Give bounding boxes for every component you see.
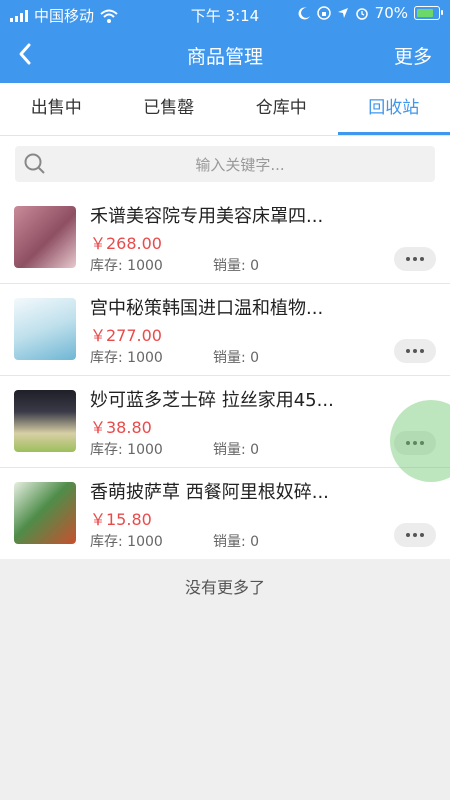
search-section <box>0 135 450 192</box>
list-item[interactable]: 禾谱美容院专用美容床罩四... ￥268.00 库存: 1000 销量: 0 <box>0 192 450 284</box>
product-stock: 库存: 1000 <box>90 534 163 550</box>
product-price: ￥277.00 <box>90 326 162 345</box>
no-more-label: 没有更多了 <box>184 578 265 597</box>
product-thumbnail <box>14 298 76 360</box>
moon-icon <box>298 6 310 19</box>
more-button[interactable]: 更多 <box>394 42 432 69</box>
orientation-lock-icon <box>316 6 331 20</box>
battery-percent: 70% <box>374 4 408 22</box>
search-icon <box>24 153 45 174</box>
list-item[interactable]: 香萌披萨草 西餐阿里根奴碎... ￥15.80 库存: 1000 销量: 0 <box>0 468 450 559</box>
page-title: 商品管理 <box>186 46 263 68</box>
product-sales: 销量: 0 <box>213 258 260 274</box>
product-thumbnail <box>14 390 76 452</box>
product-title: 妙可蓝多芝士碎 拉丝家用45... <box>90 390 334 411</box>
status-bar: 中国移动 下午 3:14 70% <box>0 0 450 27</box>
product-list: 禾谱美容院专用美容床罩四... ￥268.00 库存: 1000 销量: 0 宫… <box>0 192 450 559</box>
list-item[interactable]: 宫中秘策韩国进口温和植物... ￥277.00 库存: 1000 销量: 0 <box>0 284 450 376</box>
product-price: ￥268.00 <box>90 234 162 253</box>
product-stock: 库存: 1000 <box>90 442 163 458</box>
status-right: 70% <box>298 4 443 22</box>
alarm-icon <box>355 8 368 20</box>
search-box[interactable] <box>15 146 435 184</box>
tab-sold-out[interactable]: 已售罄 <box>113 83 226 135</box>
tab-bar: 出售中 已售罄 仓库中 回收站 <box>0 83 450 135</box>
product-price: ￥38.80 <box>90 418 152 437</box>
list-item[interactable]: 妙可蓝多芝士碎 拉丝家用45... ￥38.80 库存: 1000 销量: 0 <box>0 376 450 468</box>
product-title: 宫中秘策韩国进口温和植物... <box>90 298 324 319</box>
product-stock: 库存: 1000 <box>90 350 163 366</box>
tab-warehouse[interactable]: 仓库中 <box>225 83 338 135</box>
more-options-button[interactable] <box>394 339 436 363</box>
product-price: ￥15.80 <box>90 510 152 529</box>
product-title: 禾谱美容院专用美容床罩四... <box>90 206 324 227</box>
product-thumbnail <box>14 206 76 268</box>
battery-icon <box>414 6 443 20</box>
product-sales: 销量: 0 <box>213 442 260 458</box>
nav-bar: 商品管理 更多 <box>0 27 450 83</box>
product-sales: 销量: 0 <box>213 534 260 550</box>
tab-on-sale[interactable]: 出售中 <box>0 83 113 135</box>
location-icon <box>337 8 348 18</box>
product-thumbnail <box>14 482 76 544</box>
more-options-button[interactable] <box>394 523 436 547</box>
search-input[interactable] <box>55 146 425 184</box>
product-stock: 库存: 1000 <box>90 258 163 274</box>
product-title: 香萌披萨草 西餐阿里根奴碎... <box>90 482 329 503</box>
product-sales: 销量: 0 <box>213 350 260 366</box>
tab-recycle-bin[interactable]: 回收站 <box>337 83 450 135</box>
more-options-button[interactable] <box>394 247 436 271</box>
